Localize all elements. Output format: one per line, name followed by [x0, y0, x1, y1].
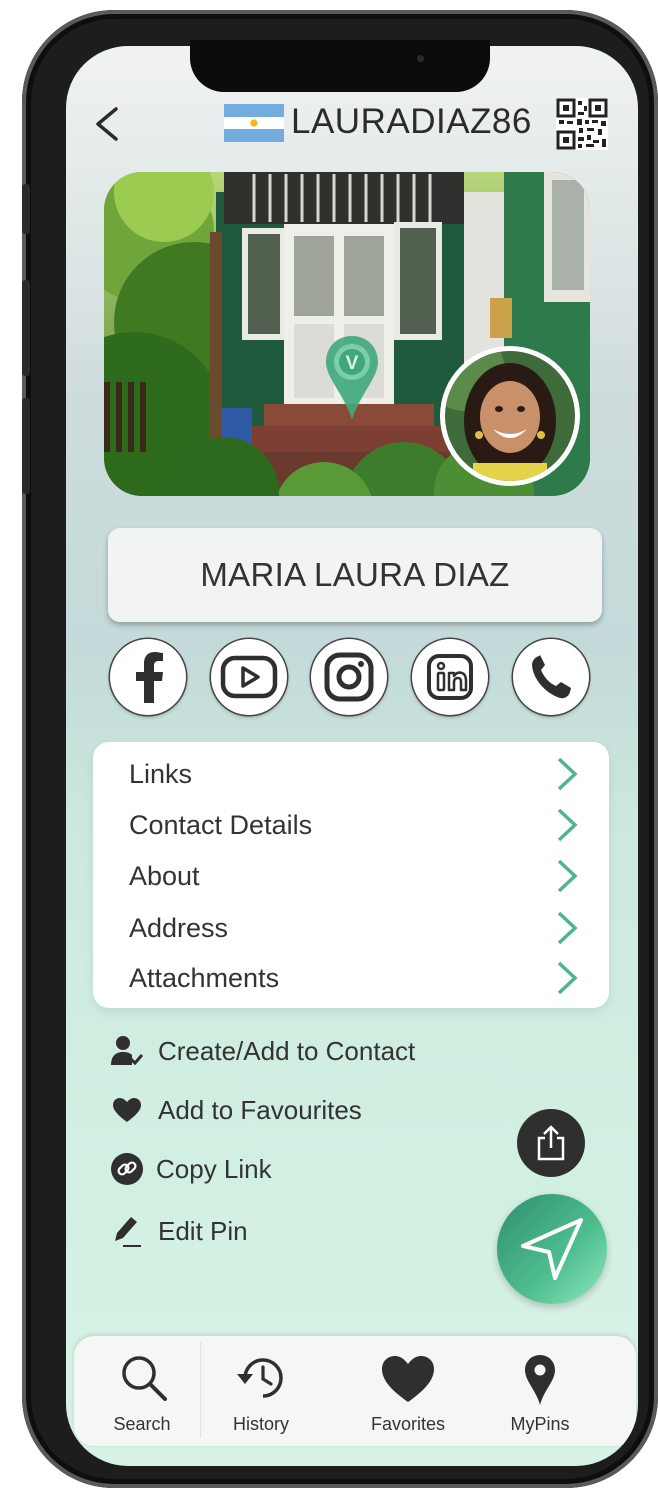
menu-item-links[interactable]: Links [129, 754, 591, 794]
app-screen: LAURADIAZ86 V MARIA LAURA DIAZ Links Con… [66, 46, 638, 1466]
instagram-icon [324, 652, 374, 702]
share-button[interactable] [517, 1109, 585, 1177]
argentina-flag-icon [224, 104, 284, 142]
phone-button[interactable] [513, 639, 589, 715]
map-pin-icon [525, 1355, 555, 1405]
volume-up-button [22, 280, 30, 376]
facebook-icon [136, 652, 163, 703]
heart-icon [382, 1356, 434, 1402]
profile-username: LAURADIAZ86 [291, 102, 532, 141]
tab-mypins[interactable]: MyPins [480, 1336, 600, 1446]
location-pin-v-icon[interactable]: V [322, 334, 382, 422]
navigate-button[interactable] [497, 1194, 607, 1304]
chevron-right-icon [557, 961, 578, 995]
tab-label: Favorites [370, 1414, 446, 1434]
tab-label: History [232, 1414, 289, 1434]
tab-favorites[interactable]: Favorites [348, 1336, 468, 1446]
chevron-right-icon [557, 757, 578, 791]
add-contact-icon [110, 1034, 144, 1068]
heart-icon [110, 1093, 144, 1127]
instagram-button[interactable] [311, 639, 387, 715]
volume-down-button [22, 398, 30, 494]
tab-label: MyPins [510, 1414, 570, 1434]
profile-avatar-photo[interactable] [440, 346, 580, 486]
tab-label: Search [113, 1414, 171, 1434]
link-icon [110, 1152, 144, 1186]
menu-item-contact-details[interactable]: Contact Details [129, 805, 591, 845]
action-label: Add to Favourites [158, 1094, 362, 1125]
qr-code-icon[interactable] [556, 98, 608, 150]
youtube-icon [220, 655, 278, 699]
facebook-button[interactable] [110, 639, 186, 715]
menu-item-label: Links [129, 759, 193, 789]
edit-pin-action[interactable]: Edit Pin [110, 1211, 248, 1251]
history-icon [237, 1358, 283, 1398]
action-label: Edit Pin [158, 1215, 248, 1246]
search-icon [122, 1356, 167, 1401]
svg-text:V: V [346, 353, 359, 374]
profile-menu: Links Contact Details About Address Atta… [93, 742, 609, 1008]
chevron-right-icon [557, 808, 578, 842]
menu-item-address[interactable]: Address [129, 908, 591, 948]
menu-item-label: Contact Details [129, 810, 313, 840]
phone-icon [532, 655, 571, 699]
front-camera [417, 55, 424, 62]
add-to-favourites-action[interactable]: Add to Favourites [110, 1090, 362, 1130]
linkedin-button[interactable] [412, 639, 488, 715]
phone-notch [190, 40, 490, 92]
action-label: Copy Link [156, 1153, 272, 1184]
menu-item-label: Address [129, 913, 229, 943]
mute-switch [22, 184, 30, 234]
navigation-arrow-icon [521, 1218, 583, 1280]
chevron-right-icon [557, 859, 578, 893]
pencil-icon [110, 1214, 144, 1248]
chevron-right-icon [557, 911, 578, 945]
youtube-button[interactable] [211, 639, 287, 715]
menu-item-about[interactable]: About [129, 856, 591, 896]
menu-item-attachments[interactable]: Attachments [129, 958, 591, 998]
copy-link-action[interactable]: Copy Link [110, 1149, 272, 1189]
menu-item-label: About [129, 861, 200, 891]
tab-search[interactable]: Search [82, 1336, 202, 1446]
back-chevron-icon[interactable] [92, 106, 122, 142]
share-icon [537, 1125, 565, 1161]
linkedin-icon [427, 654, 473, 700]
profile-name: MARIA LAURA DIAZ [108, 528, 602, 622]
bottom-tab-bar: Search History Favorites MyPins [74, 1336, 636, 1446]
action-label: Create/Add to Contact [158, 1035, 416, 1066]
create-add-contact-action[interactable]: Create/Add to Contact [110, 1031, 415, 1071]
tab-history[interactable]: History [201, 1336, 321, 1446]
menu-item-label: Attachments [129, 963, 280, 993]
